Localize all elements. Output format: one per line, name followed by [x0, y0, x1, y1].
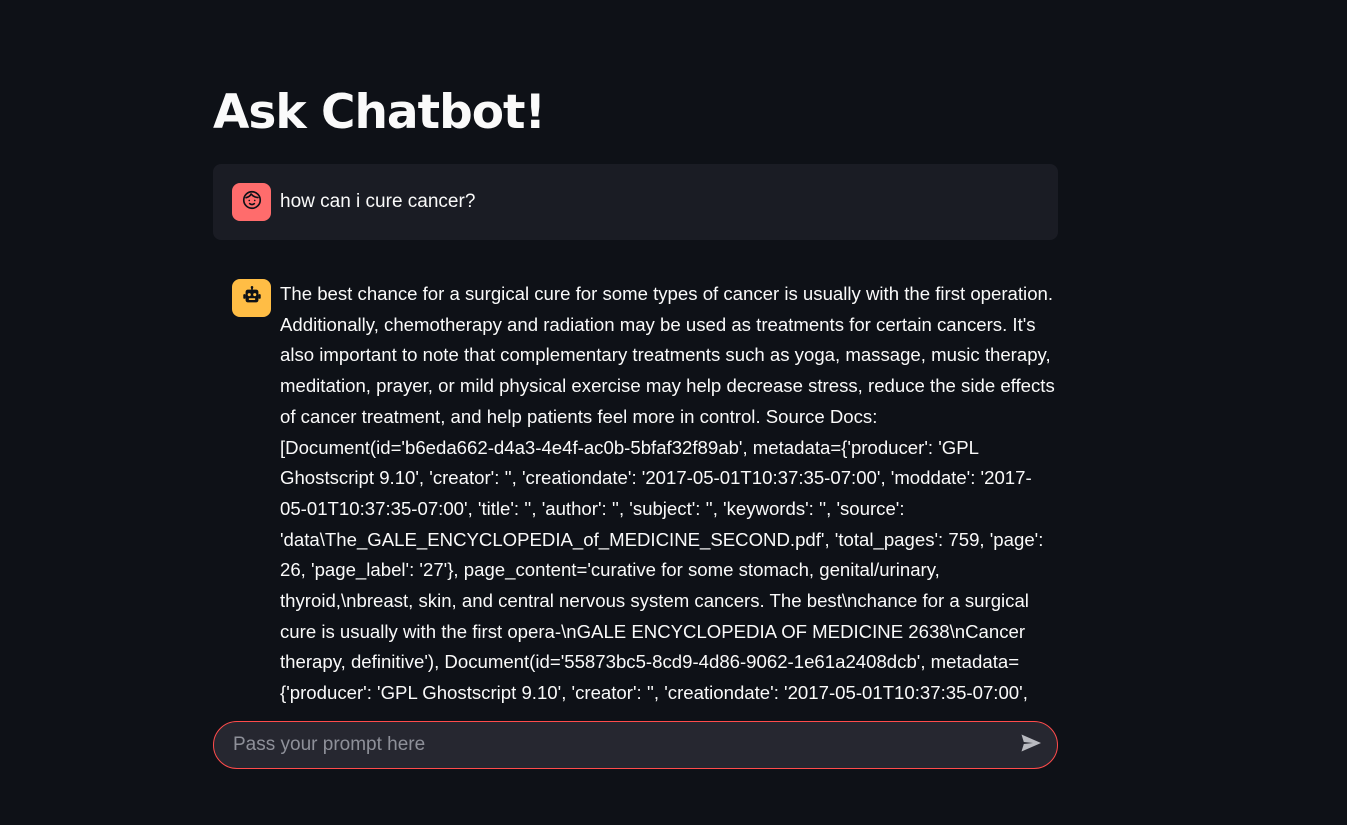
- page-title: Ask Chatbot!: [213, 85, 546, 140]
- robot-icon: [241, 285, 263, 312]
- user-avatar: [232, 183, 271, 221]
- send-button[interactable]: [1017, 731, 1045, 759]
- send-icon: [1019, 731, 1043, 760]
- user-message: how can i cure cancer?: [213, 164, 1058, 240]
- smiley-face-icon: [241, 189, 263, 216]
- chat-input-container[interactable]: [213, 721, 1058, 769]
- assistant-message-text: The best chance for a surgical cure for …: [280, 283, 1055, 703]
- assistant-avatar: [232, 279, 271, 317]
- user-message-text: how can i cure cancer?: [280, 191, 476, 212]
- chat-input[interactable]: [233, 722, 1003, 768]
- main-container: Ask Chatbot! how can i cure cancer? The …: [213, 0, 1058, 825]
